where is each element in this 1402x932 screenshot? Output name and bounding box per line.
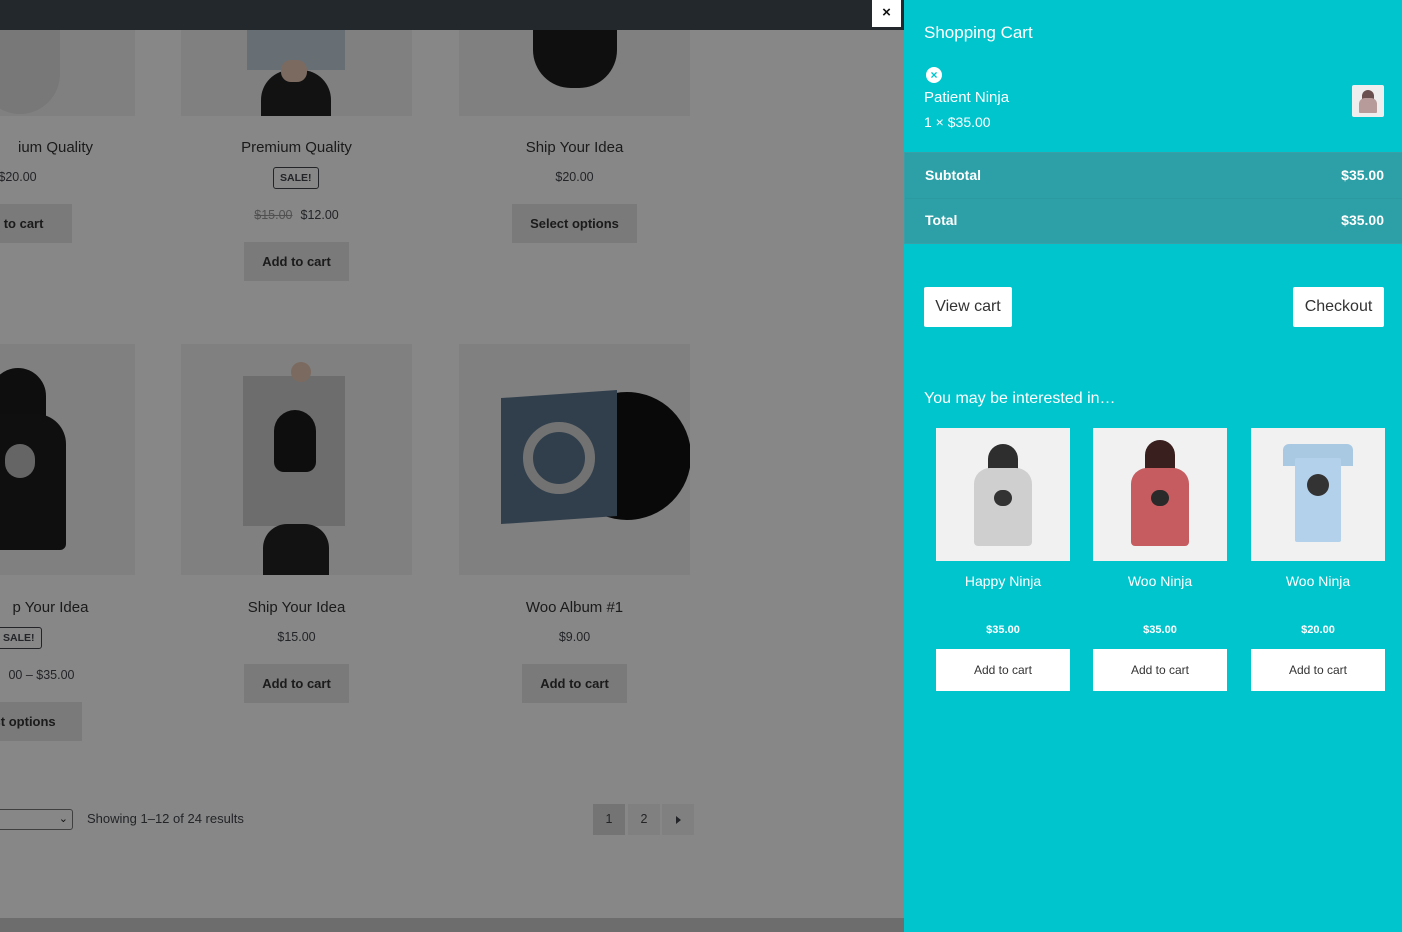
total-row: Total $35.00 [925, 198, 1384, 243]
subtotal-row: Subtotal $35.00 [925, 153, 1384, 198]
cart-item-thumbnail[interactable] [1352, 85, 1384, 117]
upsell-price: $35.00 [1143, 624, 1177, 636]
subtotal-value: $35.00 [1341, 167, 1384, 183]
upsell-name[interactable]: Woo Ninja [1093, 573, 1227, 589]
upsell-image[interactable] [1093, 428, 1227, 561]
view-cart-button[interactable]: View cart [924, 287, 1012, 327]
checkout-button[interactable]: Checkout [1293, 287, 1384, 327]
total-value: $35.00 [1341, 212, 1384, 228]
top-bar [0, 0, 904, 30]
total-label: Total [925, 212, 958, 228]
side-cart: Shopping Cart × Patient Ninja 1 × $35.00… [904, 0, 1402, 932]
upsell-price: $20.00 [1301, 624, 1335, 636]
upsell-add-to-cart-button[interactable]: Add to cart [1251, 649, 1385, 691]
upsell-image[interactable] [936, 428, 1070, 561]
upsell-title: You may be interested in… [924, 390, 1116, 407]
page-overlay[interactable] [0, 30, 904, 932]
upsell-add-to-cart-button[interactable]: Add to cart [1093, 649, 1227, 691]
cart-title: Shopping Cart [924, 23, 1033, 42]
upsell-name[interactable]: Happy Ninja [936, 573, 1070, 589]
cart-item-name[interactable]: Patient Ninja [924, 89, 1009, 106]
cart-totals: Subtotal $35.00 Total $35.00 [904, 152, 1402, 244]
upsell-add-to-cart-button[interactable]: Add to cart [936, 649, 1070, 691]
upsell-image[interactable] [1251, 428, 1385, 561]
remove-circle-icon[interactable]: × [926, 67, 942, 83]
upsell-price: $35.00 [986, 624, 1020, 636]
close-cart-button[interactable]: × [872, 0, 901, 27]
upsell-name[interactable]: Woo Ninja [1251, 573, 1385, 589]
shop-page: ium Quality $20.00 ld to cart Premium Qu… [0, 0, 904, 932]
cart-item-quantity: 1 × $35.00 [924, 114, 991, 130]
subtotal-label: Subtotal [925, 167, 981, 183]
